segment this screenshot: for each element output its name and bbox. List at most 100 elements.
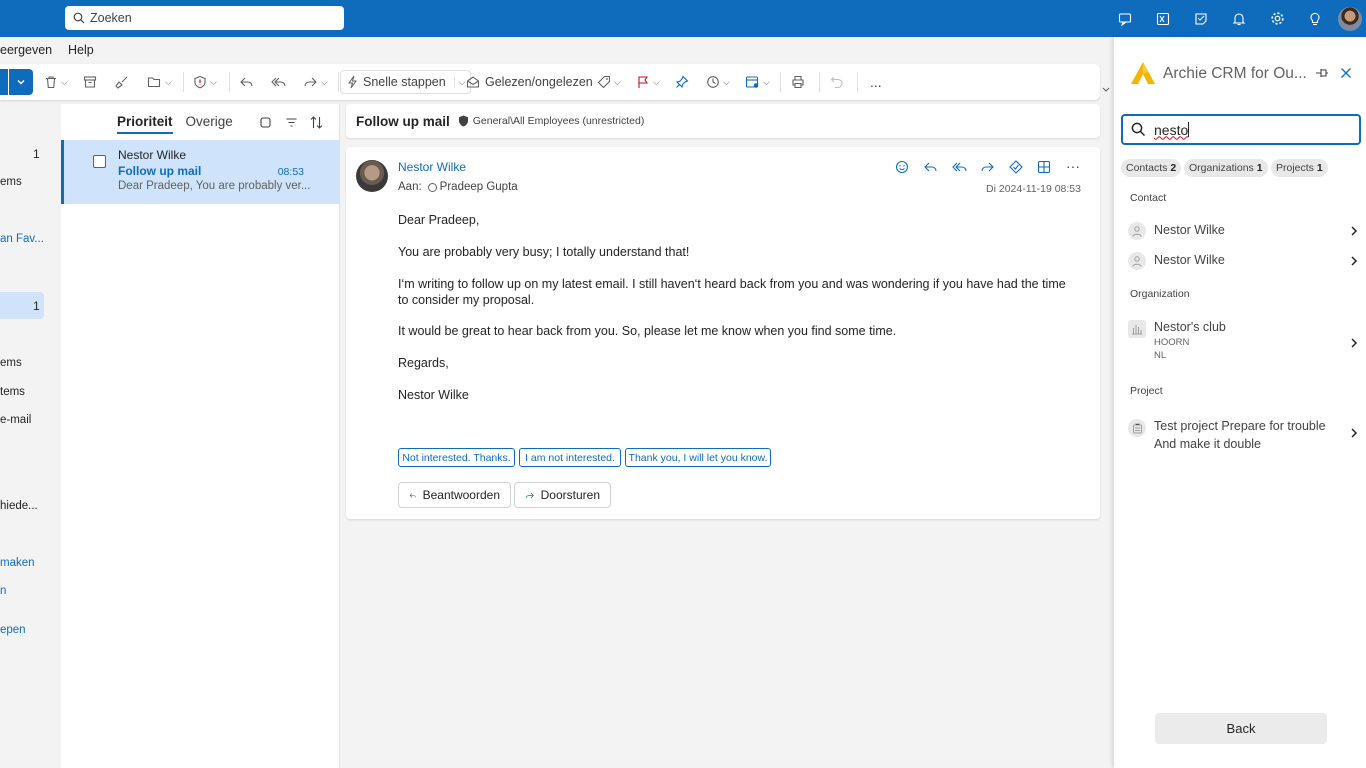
sensitivity-label[interactable]: General\All Employees (unrestricted) (473, 115, 645, 127)
reply-button[interactable] (239, 71, 254, 93)
forward-icon[interactable] (980, 160, 995, 174)
notes-icon[interactable] (1182, 0, 1220, 37)
emoji-icon[interactable] (895, 160, 909, 174)
menu-item-help[interactable]: Help (68, 43, 94, 57)
nav-link[interactable]: n (0, 585, 6, 597)
organization-result-row[interactable]: Nestor's club HOORN NL (1128, 320, 1360, 368)
quick-steps-label: Snelle stappen (363, 75, 446, 89)
forward-button[interactable]: ⌵ (303, 71, 328, 93)
message-list-item[interactable]: Nestor Wilke Follow up mail 08:53 Dear P… (61, 140, 339, 204)
contact-result-row[interactable]: Nestor Wilke (1128, 252, 1360, 270)
excel-icon[interactable] (1144, 0, 1182, 37)
bell-icon[interactable] (1220, 0, 1258, 37)
undo-button[interactable] (830, 71, 844, 93)
project-name-line1: Test project Prepare for trouble (1154, 419, 1326, 433)
folder-count: 1 (33, 147, 40, 161)
more-actions-button[interactable]: ··· (1066, 158, 1080, 174)
folder-count: 1 (33, 299, 40, 313)
archie-addin-icon[interactable] (1009, 160, 1023, 174)
toolbar-divider (780, 72, 781, 92)
body-paragraph: Nestor Wilke (398, 388, 469, 402)
read-unread-button[interactable]: Gelezen/ongelezen (466, 71, 593, 93)
print-button[interactable] (791, 71, 805, 93)
filter-chip-projects[interactable]: Projects 1 (1271, 159, 1328, 177)
contact-result-row[interactable]: Nestor Wilke (1128, 222, 1360, 240)
favorites-item[interactable]: an Fav... (0, 233, 44, 245)
search-placeholder: Zoeken (90, 11, 132, 25)
tab-other[interactable]: Overige (186, 114, 233, 134)
pane-divider[interactable] (339, 104, 340, 768)
email-card: Nestor Wilke Aan: Pradeep Gupta Di 2024-… (346, 147, 1100, 519)
gear-icon[interactable] (1258, 0, 1296, 37)
clipboard-icon (1128, 419, 1146, 437)
toolbar-divider (183, 72, 184, 92)
reply-all-button[interactable] (271, 71, 286, 93)
email-subject: Follow up mail (356, 113, 450, 129)
folder-item[interactable]: e-mail (0, 414, 31, 426)
apps-grid-icon[interactable] (1037, 160, 1051, 174)
text-cursor (1188, 122, 1190, 137)
archive-button[interactable] (83, 71, 97, 93)
nav-link[interactable]: epen (0, 624, 26, 636)
folder-item[interactable]: hiede... (0, 500, 38, 512)
categorize-button[interactable]: ⌵ (597, 71, 621, 93)
sort-icon[interactable] (309, 115, 324, 130)
filter-icon[interactable] (285, 116, 298, 129)
folder-item[interactable]: ems (0, 176, 22, 188)
body-paragraph: Regards, (398, 356, 449, 370)
pin-icon (675, 75, 689, 89)
pin-icon[interactable] (1315, 67, 1329, 79)
chip-label: Organizations (1189, 162, 1254, 174)
lightning-icon (348, 75, 357, 89)
snooze-button[interactable]: ⌵ (706, 71, 730, 93)
teams-icon[interactable] (1106, 0, 1144, 37)
suggested-reply-button[interactable]: Not interested. Thanks. (398, 448, 515, 467)
filter-chip-contacts[interactable]: Contacts 2 (1121, 159, 1182, 177)
organization-country: NL (1154, 350, 1167, 361)
close-icon[interactable] (1340, 67, 1352, 79)
project-result-row[interactable]: Test project Prepare for trouble And mak… (1128, 417, 1360, 453)
pin-button[interactable] (675, 71, 689, 93)
message-checkbox[interactable] (93, 155, 106, 168)
report-button[interactable]: ⌵ (193, 71, 217, 93)
more-options-button[interactable]: ... (870, 71, 882, 93)
chevron-right-icon (1351, 256, 1358, 266)
sender-avatar[interactable] (356, 160, 388, 192)
rules-button[interactable]: ⌵ (745, 71, 770, 93)
project-name-line2: And make it double (1154, 437, 1262, 451)
presence-icon (427, 182, 437, 192)
back-button[interactable]: Back (1155, 713, 1327, 744)
filter-chip-organizations[interactable]: Organizations 1 (1184, 159, 1268, 177)
folder-item[interactable]: tems (0, 386, 25, 398)
delete-button[interactable]: ⌵ (44, 71, 68, 93)
envelope-open-icon (466, 76, 480, 88)
forward-button[interactable]: Doorsturen (514, 482, 611, 508)
create-folder-link[interactable]: maken (0, 557, 35, 569)
folder-move-icon (147, 77, 161, 88)
crm-search-input[interactable]: nesto (1121, 114, 1361, 145)
sweep-button[interactable] (115, 71, 129, 93)
menu-item-view[interactable]: eergeven (0, 43, 52, 57)
sender-name[interactable]: Nestor Wilke (398, 160, 466, 174)
email-date: Di 2024-11-19 08:53 (986, 183, 1081, 195)
quick-steps-button[interactable]: Snelle stappen ⌵ (340, 70, 471, 94)
user-avatar[interactable] (1338, 6, 1362, 31)
new-mail-dropdown-button[interactable] (0, 69, 33, 95)
recipient-name[interactable]: Pradeep Gupta (440, 181, 518, 193)
flag-button[interactable]: ⌵ (636, 71, 660, 93)
folder-item[interactable]: ems (0, 357, 22, 369)
move-to-button[interactable]: ⌵ (147, 71, 172, 93)
suggested-reply-button[interactable]: I am not interested. (519, 448, 621, 467)
reply-icon[interactable] (923, 160, 938, 174)
reply-button[interactable]: Beantwoorden (398, 482, 511, 508)
message-list: Prioriteit Overige Nestor Wilke Follow u… (61, 104, 339, 768)
chip-label: Projects (1276, 162, 1314, 174)
ribbon-collapse-icon[interactable] (1101, 86, 1111, 94)
select-mode-icon[interactable] (259, 116, 272, 129)
forward-label: Doorsturen (540, 488, 600, 502)
search-box[interactable]: Zoeken (65, 6, 344, 30)
lightbulb-icon[interactable] (1296, 0, 1334, 37)
suggested-reply-button[interactable]: Thank you, I will let you know. (625, 448, 771, 467)
reply-all-icon[interactable] (952, 160, 967, 174)
tab-priority[interactable]: Prioriteit (117, 114, 173, 134)
